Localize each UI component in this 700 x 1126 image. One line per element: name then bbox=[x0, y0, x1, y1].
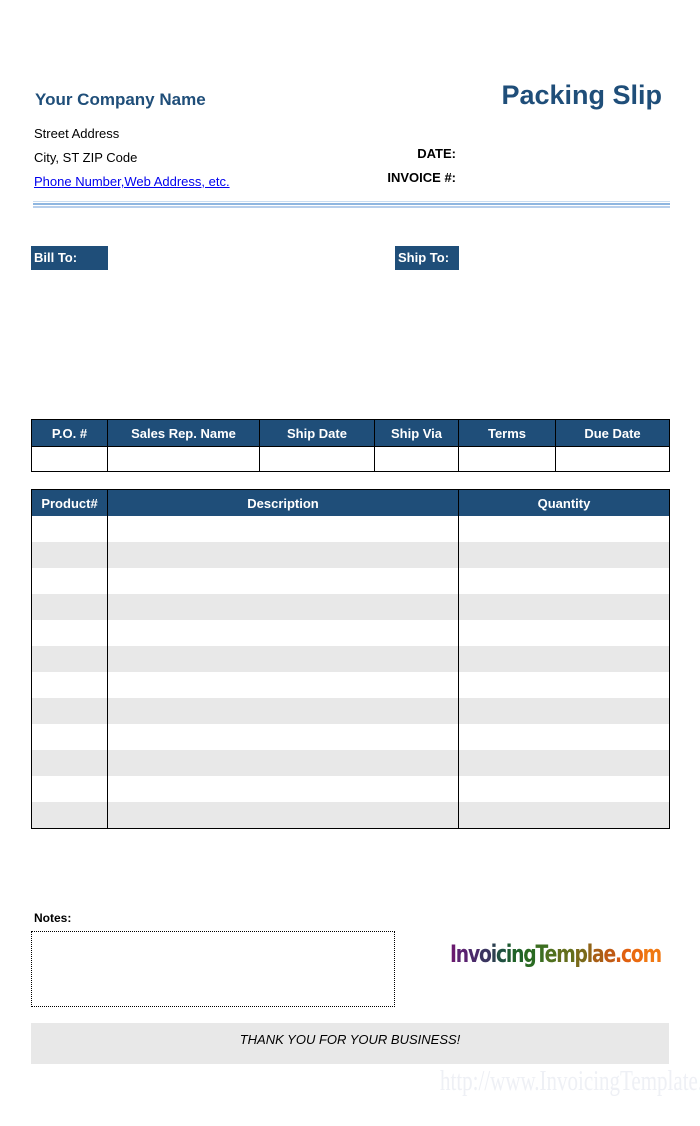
product-cell[interactable] bbox=[31, 672, 108, 698]
description-cell[interactable] bbox=[107, 620, 459, 646]
description-cell[interactable] bbox=[107, 802, 459, 829]
product-cell[interactable] bbox=[31, 516, 108, 542]
item-row bbox=[31, 620, 670, 646]
description-cell[interactable] bbox=[107, 672, 459, 698]
description-cell[interactable] bbox=[107, 568, 459, 594]
product-cell[interactable] bbox=[31, 750, 108, 776]
quantity-cell[interactable] bbox=[458, 568, 670, 594]
item-row bbox=[31, 568, 670, 594]
quantity-cell[interactable] bbox=[458, 698, 670, 724]
product-cell[interactable] bbox=[31, 620, 108, 646]
order-meta-table: P.O. # Sales Rep. Name Ship Date Ship Vi… bbox=[31, 419, 670, 472]
quantity-cell[interactable] bbox=[458, 724, 670, 750]
date-label: DATE: bbox=[417, 146, 456, 161]
product-cell[interactable] bbox=[31, 568, 108, 594]
watermark: http://www.InvoicingTemplate.com bbox=[440, 1066, 700, 1097]
description-cell[interactable] bbox=[107, 750, 459, 776]
column-header-po: P.O. # bbox=[31, 419, 108, 447]
sales-rep-cell[interactable] bbox=[107, 446, 260, 472]
column-header-ship-via: Ship Via bbox=[374, 419, 459, 447]
notes-label: Notes: bbox=[34, 911, 72, 925]
ship-via-cell[interactable] bbox=[374, 446, 459, 472]
product-cell[interactable] bbox=[31, 542, 108, 568]
column-header-product: Product# bbox=[31, 489, 108, 516]
column-header-ship-date: Ship Date bbox=[259, 419, 375, 447]
items-table: Product# Description Quantity bbox=[31, 489, 670, 829]
quantity-cell[interactable] bbox=[458, 620, 670, 646]
description-cell[interactable] bbox=[107, 724, 459, 750]
thank-you-banner: THANK YOU FOR YOUR BUSINESS! bbox=[31, 1023, 669, 1064]
item-row bbox=[31, 672, 670, 698]
product-cell[interactable] bbox=[31, 724, 108, 750]
quantity-cell[interactable] bbox=[458, 542, 670, 568]
item-row bbox=[31, 698, 670, 724]
brand-logo: InvoicingTemplae.com bbox=[450, 940, 662, 968]
quantity-cell[interactable] bbox=[458, 750, 670, 776]
bill-to-label: Bill To: bbox=[31, 246, 108, 270]
item-row bbox=[31, 724, 670, 750]
description-cell[interactable] bbox=[107, 646, 459, 672]
product-cell[interactable] bbox=[31, 802, 108, 829]
description-cell[interactable] bbox=[107, 776, 459, 802]
item-row bbox=[31, 542, 670, 568]
header-divider bbox=[33, 201, 670, 208]
quantity-cell[interactable] bbox=[458, 646, 670, 672]
quantity-cell[interactable] bbox=[458, 516, 670, 542]
terms-cell[interactable] bbox=[458, 446, 556, 472]
column-header-quantity: Quantity bbox=[458, 489, 670, 516]
ship-to-label: Ship To: bbox=[395, 246, 459, 270]
item-row bbox=[31, 776, 670, 802]
invoice-number-label: INVOICE #: bbox=[387, 170, 456, 185]
column-header-due-date: Due Date bbox=[555, 419, 670, 447]
street-address: Street Address bbox=[34, 126, 120, 141]
description-cell[interactable] bbox=[107, 698, 459, 724]
document-title: Packing Slip bbox=[501, 80, 662, 110]
notes-field[interactable] bbox=[31, 931, 395, 1007]
item-row bbox=[31, 646, 670, 672]
quantity-cell[interactable] bbox=[458, 672, 670, 698]
quantity-cell[interactable] bbox=[458, 594, 670, 620]
description-cell[interactable] bbox=[107, 516, 459, 542]
column-header-description: Description bbox=[107, 489, 459, 516]
company-name: Your Company Name bbox=[35, 90, 206, 109]
order-meta-row bbox=[31, 446, 670, 472]
po-cell[interactable] bbox=[31, 446, 108, 472]
item-row bbox=[31, 594, 670, 620]
column-header-terms: Terms bbox=[458, 419, 556, 447]
item-row bbox=[31, 516, 670, 542]
product-cell[interactable] bbox=[31, 646, 108, 672]
ship-date-cell[interactable] bbox=[259, 446, 375, 472]
column-header-sales-rep: Sales Rep. Name bbox=[107, 419, 260, 447]
quantity-cell[interactable] bbox=[458, 802, 670, 829]
description-cell[interactable] bbox=[107, 594, 459, 620]
item-row bbox=[31, 750, 670, 776]
description-cell[interactable] bbox=[107, 542, 459, 568]
city-line: City, ST ZIP Code bbox=[34, 150, 138, 165]
product-cell[interactable] bbox=[31, 594, 108, 620]
product-cell[interactable] bbox=[31, 698, 108, 724]
quantity-cell[interactable] bbox=[458, 776, 670, 802]
product-cell[interactable] bbox=[31, 776, 108, 802]
contact-link[interactable]: Phone Number,Web Address, etc. bbox=[34, 174, 230, 189]
due-date-cell[interactable] bbox=[555, 446, 670, 472]
item-row bbox=[31, 802, 670, 829]
